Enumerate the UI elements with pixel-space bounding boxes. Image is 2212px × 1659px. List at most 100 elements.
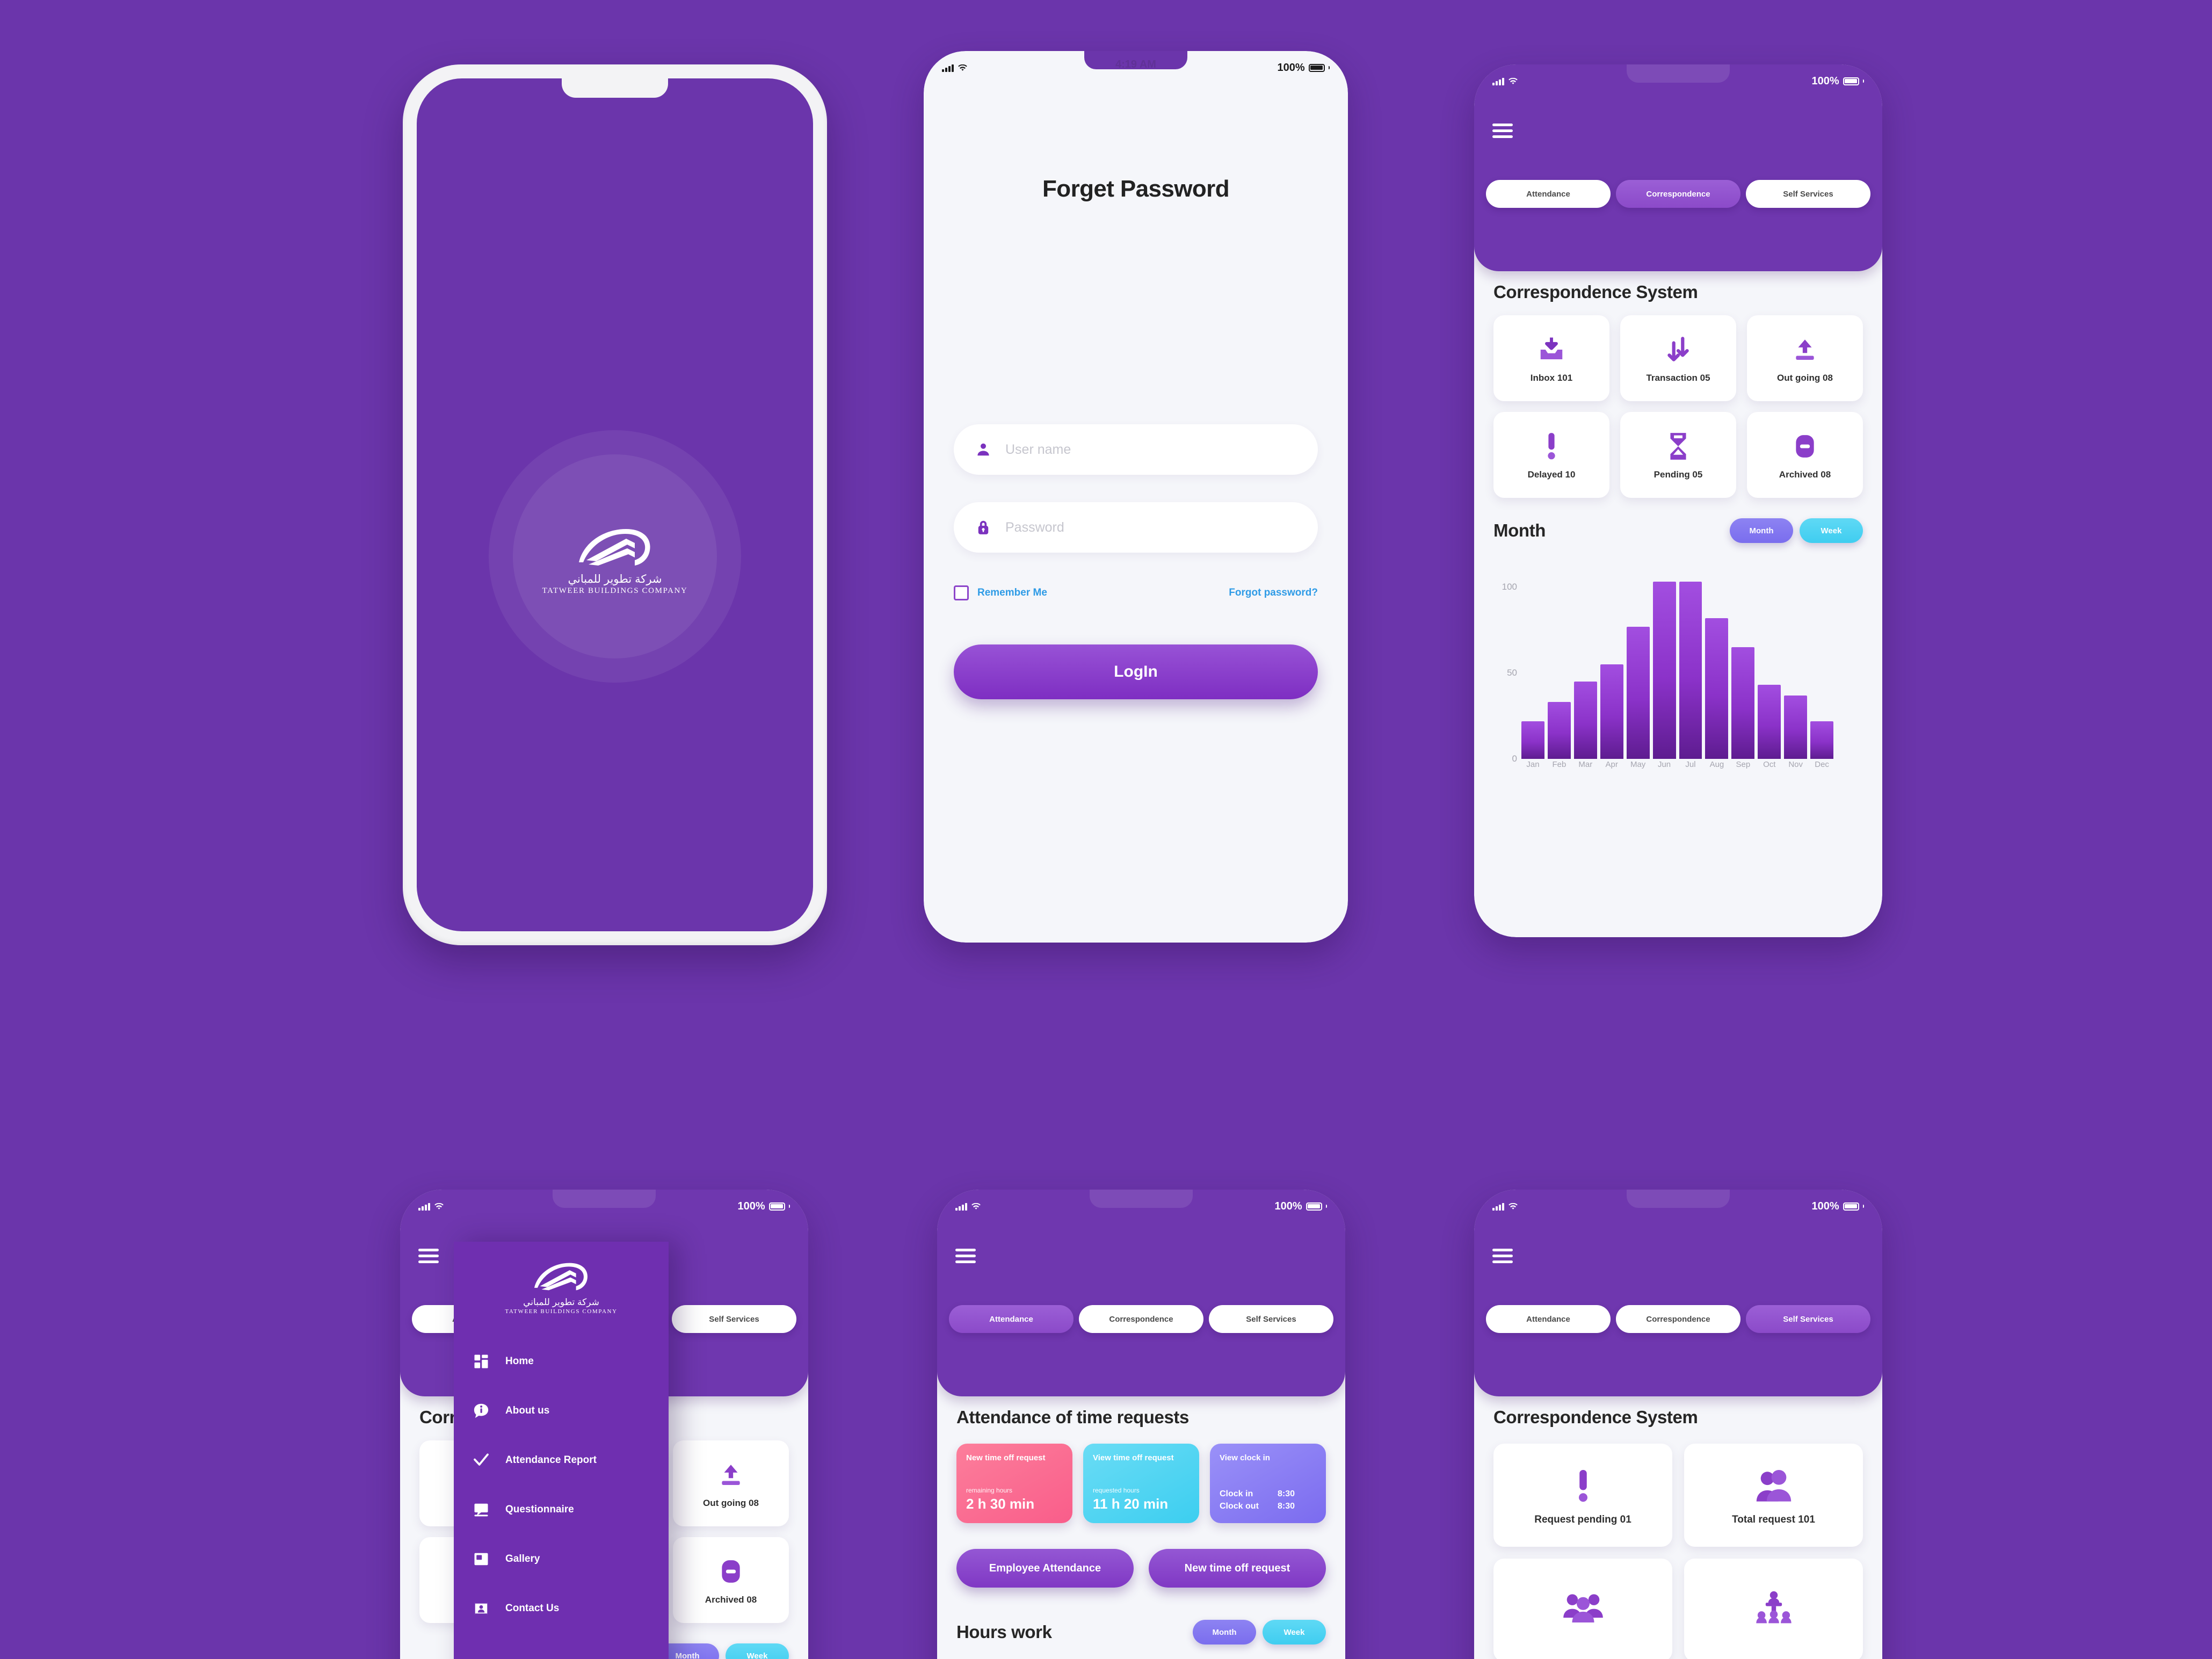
battery-cap	[788, 1205, 790, 1208]
tab-self-services[interactable]: Self Services	[672, 1305, 796, 1333]
drawer-item-label: Gallery	[505, 1553, 540, 1564]
speech-board-icon	[472, 1501, 490, 1519]
username-placeholder: User name	[1005, 441, 1071, 457]
tab-bar: Attendance Correspondence Self Services	[1486, 1305, 1870, 1333]
card-outgoing[interactable]: Out going 08	[673, 1440, 789, 1526]
forgot-password-link[interactable]: Forgot password?	[1229, 587, 1318, 599]
menu-button[interactable]	[418, 1249, 439, 1263]
image-icon	[472, 1550, 490, 1568]
time-request-tiles: New time off request remaining hours 2 h…	[956, 1444, 1326, 1523]
card-archived[interactable]: Archived 08	[673, 1537, 789, 1623]
drawer-item-attendance-report[interactable]: Attendance Report	[454, 1441, 669, 1479]
drawer-item-contact-us[interactable]: Contact Us	[454, 1590, 669, 1627]
range-toggle: Month Week	[1730, 518, 1863, 543]
card-presenter[interactable]	[1684, 1559, 1863, 1659]
tile-subtitle: remaining hours	[966, 1487, 1013, 1494]
drawer-item-home[interactable]: Home	[454, 1343, 669, 1380]
card-total-request[interactable]: Total request 101	[1684, 1444, 1863, 1547]
card-transaction[interactable]: Transaction 05	[1620, 315, 1736, 401]
exclamation-icon	[1575, 1465, 1591, 1508]
range-week-button[interactable]: Week	[1263, 1620, 1326, 1644]
presenter-icon	[1755, 1585, 1793, 1628]
tab-correspondence[interactable]: Correspondence	[1079, 1305, 1203, 1333]
drawer-item-gallery[interactable]: Gallery	[454, 1540, 669, 1578]
tile-view-time-off-request[interactable]: View time off request requested hours 11…	[1083, 1444, 1199, 1523]
clock-out-value: 8:30	[1278, 1501, 1295, 1511]
range-week-button[interactable]: Week	[1800, 518, 1863, 543]
tile-new-time-off-request[interactable]: New time off request remaining hours 2 h…	[956, 1444, 1072, 1523]
tab-correspondence[interactable]: Correspondence	[1616, 180, 1740, 208]
status-bar: 100%	[1474, 1190, 1882, 1223]
chart-bar	[1547, 702, 1571, 759]
chart-y-tick: 0	[1512, 754, 1517, 764]
card-group-users[interactable]	[1493, 1559, 1672, 1659]
tab-self-services[interactable]: Self Services	[1746, 1305, 1870, 1333]
tile-view-clock-in[interactable]: View clock in Clock in 8:30 Clock out 8:…	[1210, 1444, 1326, 1523]
attendance-actions: Employee Attendance New time off request	[956, 1549, 1326, 1588]
battery-cap	[1328, 66, 1330, 69]
menu-button[interactable]	[955, 1249, 976, 1263]
menu-open-screen: 100% Attendance Correspondence Self Serv…	[400, 1190, 808, 1659]
range-week-button[interactable]: Week	[726, 1643, 789, 1659]
battery-icon	[1843, 1202, 1859, 1211]
card-archived[interactable]: Archived 08	[1747, 412, 1863, 498]
card-request-pending[interactable]: Request pending 01	[1493, 1444, 1672, 1547]
section-title: Correspondence System	[1493, 1407, 1698, 1427]
card-label: Pending 05	[1653, 469, 1703, 480]
phone-attendance: 100% Attendance Correspondence Self Serv…	[937, 1190, 1345, 1659]
drawer-item-label: About us	[505, 1405, 550, 1416]
battery-icon	[1843, 77, 1859, 85]
chart-bar	[1705, 618, 1729, 759]
password-field[interactable]: Password	[954, 502, 1318, 553]
lock-icon	[978, 520, 989, 534]
wifi-icon	[1508, 1202, 1518, 1209]
tab-correspondence[interactable]: Correspondence	[1616, 1305, 1740, 1333]
wifi-icon	[958, 64, 967, 71]
range-month-button[interactable]: Month	[1730, 518, 1793, 543]
phone-login: 4:19 AM 100% Forget Password User name P…	[924, 51, 1348, 943]
menu-button[interactable]	[1492, 124, 1513, 138]
attendance-content: Attendance of time requests New time off…	[956, 1407, 1326, 1644]
tab-self-services[interactable]: Self Services	[1746, 180, 1870, 208]
drawer-item-questionnaire[interactable]: Questionnaire	[454, 1491, 669, 1528]
username-field[interactable]: User name	[954, 424, 1318, 475]
section-title: Correspondence System	[1493, 282, 1698, 302]
minus-box-icon	[1792, 430, 1818, 463]
drawer-item-label: Questionnaire	[505, 1504, 574, 1515]
battery-icon	[768, 1202, 785, 1211]
chart-bar	[1784, 695, 1808, 759]
tile-value: 2 h 30 min	[966, 1496, 1035, 1512]
card-pending[interactable]: Pending 05	[1620, 412, 1736, 498]
building-logo-icon	[534, 1263, 588, 1291]
tab-attendance[interactable]: Attendance	[1486, 180, 1611, 208]
chart-title: Month	[1493, 520, 1546, 540]
phone-menu-open: 100% Attendance Correspondence Self Serv…	[400, 1190, 808, 1659]
menu-button[interactable]	[1492, 1249, 1513, 1263]
employee-attendance-button[interactable]: Employee Attendance	[956, 1549, 1134, 1588]
phone-splash-frame: شركة تطوير للمباني TATWEER BUILDINGS COM…	[403, 64, 827, 945]
x-axis-labels: Jan Feb Mar Apr May Jun Jul Aug Sep Oct Nov Dec	[1521, 760, 1860, 776]
notch	[562, 78, 668, 98]
card-delayed[interactable]: Delayed 10	[1493, 412, 1609, 498]
remember-me-label[interactable]: Remember Me	[977, 587, 1047, 599]
drawer-item-about-us[interactable]: About us	[454, 1392, 669, 1430]
remember-me-checkbox[interactable]	[954, 585, 969, 600]
cellular-signal-icon	[955, 1202, 967, 1211]
tab-attendance[interactable]: Attendance	[1486, 1305, 1611, 1333]
phone-self-services: 100% Attendance Correspondence Self Serv…	[1474, 1190, 1882, 1659]
card-label: Out going 08	[703, 1498, 759, 1508]
clock-in-value: 8:30	[1278, 1489, 1295, 1499]
card-outgoing[interactable]: Out going 08	[1747, 315, 1863, 401]
card-inbox[interactable]: Inbox 101	[1493, 315, 1609, 401]
range-month-button[interactable]: Month	[1193, 1620, 1256, 1644]
login-button[interactable]: LogIn	[954, 644, 1318, 699]
tab-attendance[interactable]: Attendance	[949, 1305, 1074, 1333]
tab-self-services[interactable]: Self Services	[1209, 1305, 1333, 1333]
chart-bar	[1810, 721, 1834, 759]
chart-x-label: Aug	[1709, 760, 1724, 769]
new-time-off-request-button[interactable]: New time off request	[1149, 1549, 1326, 1588]
hourglass-icon	[1666, 430, 1690, 463]
battery-percent-label: 100%	[1811, 1200, 1839, 1212]
chart-x-label: Apr	[1605, 760, 1618, 769]
battery-icon	[1308, 63, 1325, 72]
